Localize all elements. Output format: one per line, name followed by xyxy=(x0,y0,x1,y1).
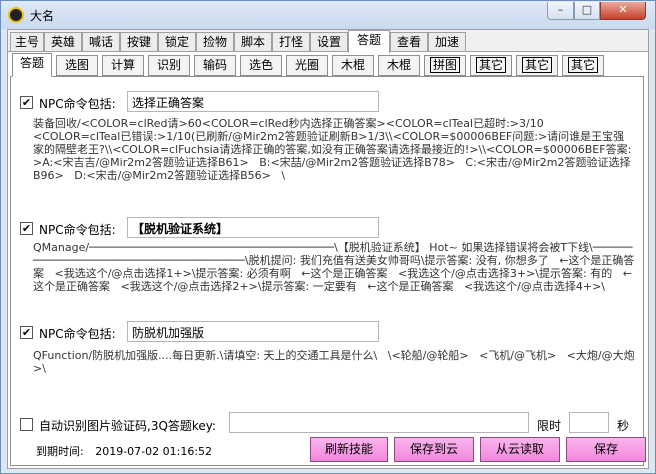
time-limit-input[interactable] xyxy=(569,412,609,433)
npc-command-label-3: NPC命令包括: xyxy=(39,327,116,341)
subtab-select-image[interactable]: 选图 xyxy=(56,55,98,76)
npc-command-input-1[interactable]: 选择正确答案 xyxy=(127,91,379,112)
npc-command-checkbox-3[interactable]: ✔ xyxy=(20,326,33,339)
subtab-input-code[interactable]: 输码 xyxy=(194,55,236,76)
window-title: 大名 xyxy=(30,9,55,23)
seconds-label: 秒 xyxy=(617,419,630,433)
tab-answer[interactable]: 答题 xyxy=(348,30,390,53)
tab-keys[interactable]: 按键 xyxy=(120,32,158,52)
npc-dialog-text-1: 装备回收/<COLOR=clRed请>60<COLOR=clRed秒内选择正确答… xyxy=(33,117,632,182)
maximize-button[interactable]: □ xyxy=(574,2,600,20)
npc-dialog-text-3: QFunction/防脱机加强版....每日更新.\请填空: 天上的交通工具是什… xyxy=(33,349,635,375)
tab-settings[interactable]: 设置 xyxy=(310,32,348,52)
subtab-other-1-label: 其它 xyxy=(475,57,506,73)
subtab-select-color[interactable]: 选色 xyxy=(240,55,282,76)
subtab-other-2-label: 其它 xyxy=(521,57,552,73)
qq-penguin-icon xyxy=(8,7,24,23)
expire-label: 到期时间: xyxy=(36,445,84,458)
tab-view[interactable]: 查看 xyxy=(390,32,428,52)
tab-lock[interactable]: 锁定 xyxy=(158,32,196,52)
tab-speed[interactable]: 加速 xyxy=(428,32,466,52)
tab-shout[interactable]: 喊话 xyxy=(82,32,120,52)
npc-command-input-3[interactable]: 防脱机加强版 xyxy=(127,321,379,342)
answer-subpage: ✔ NPC命令包括: 选择正确答案 装备回收/<COLOR=clRed请>60<… xyxy=(10,76,644,466)
auto-verify-checkbox[interactable] xyxy=(20,418,33,431)
subtab-puzzle[interactable]: 拼图 xyxy=(424,55,466,76)
expire-time: 2019-07-02 01:16:52 xyxy=(95,445,213,458)
npc-command-label-2: NPC命令包括: xyxy=(39,223,116,237)
subtab-stick-1[interactable]: 木棍 xyxy=(332,55,374,76)
time-limit-label: 限时 xyxy=(537,419,562,433)
client-area: 主号 英雄 喊话 按键 锁定 捡物 脚本 打怪 设置 答题 查看 加速 答题 选… xyxy=(7,29,649,469)
title-bar: 大名 – □ ✕ xyxy=(1,1,655,29)
subtab-calculate[interactable]: 计算 xyxy=(102,55,144,76)
npc-command-checkbox-1[interactable]: ✔ xyxy=(20,96,33,109)
tab-main-account[interactable]: 主号 xyxy=(10,32,44,52)
subtab-stick-2[interactable]: 木棍 xyxy=(378,55,420,76)
npc-command-checkbox-2[interactable]: ✔ xyxy=(20,222,33,235)
subtab-other-1[interactable]: 其它 xyxy=(470,55,512,76)
subtab-puzzle-label: 拼图 xyxy=(429,57,460,73)
npc-dialog-text-2: QManage/────────────────────────────────… xyxy=(33,241,635,293)
expire-status: 到期时间: 2019-07-02 01:16:52 xyxy=(36,443,212,459)
npc-command-input-2[interactable]: 【脱机验证系统】 xyxy=(127,217,379,238)
close-button[interactable]: ✕ xyxy=(600,2,646,20)
tab-hero[interactable]: 英雄 xyxy=(44,32,82,52)
tab-script[interactable]: 脚本 xyxy=(234,32,272,52)
save-button[interactable]: 保存 xyxy=(566,437,646,462)
subtab-recognize[interactable]: 识别 xyxy=(148,55,190,76)
auto-verify-label: 自动识别图片验证码,3Q答题key: xyxy=(39,419,217,433)
subtab-halo[interactable]: 光圈 xyxy=(286,55,328,76)
answer-key-input[interactable] xyxy=(229,412,529,433)
minimize-button[interactable]: – xyxy=(547,2,574,20)
refresh-skills-button[interactable]: 刷新技能 xyxy=(310,437,388,462)
subtab-other-3[interactable]: 其它 xyxy=(562,55,604,76)
answer-page: 答题 选图 计算 识别 输码 选色 光圈 木棍 木棍 拼图 其它 其它 其它 ✔… xyxy=(8,51,648,468)
subtab-other-2[interactable]: 其它 xyxy=(516,55,558,76)
npc-command-label-1: NPC命令包括: xyxy=(39,97,116,111)
tab-pickup[interactable]: 捡物 xyxy=(196,32,234,52)
save-to-cloud-button[interactable]: 保存到云 xyxy=(394,437,474,462)
load-from-cloud-button[interactable]: 从云读取 xyxy=(480,437,560,462)
app-window: 大名 – □ ✕ 主号 英雄 喊话 按键 锁定 捡物 脚本 打怪 设置 答题 查… xyxy=(0,0,656,474)
tab-fight[interactable]: 打怪 xyxy=(272,32,310,52)
subtab-answer[interactable]: 答题 xyxy=(12,53,52,77)
subtab-other-3-label: 其它 xyxy=(567,57,598,73)
